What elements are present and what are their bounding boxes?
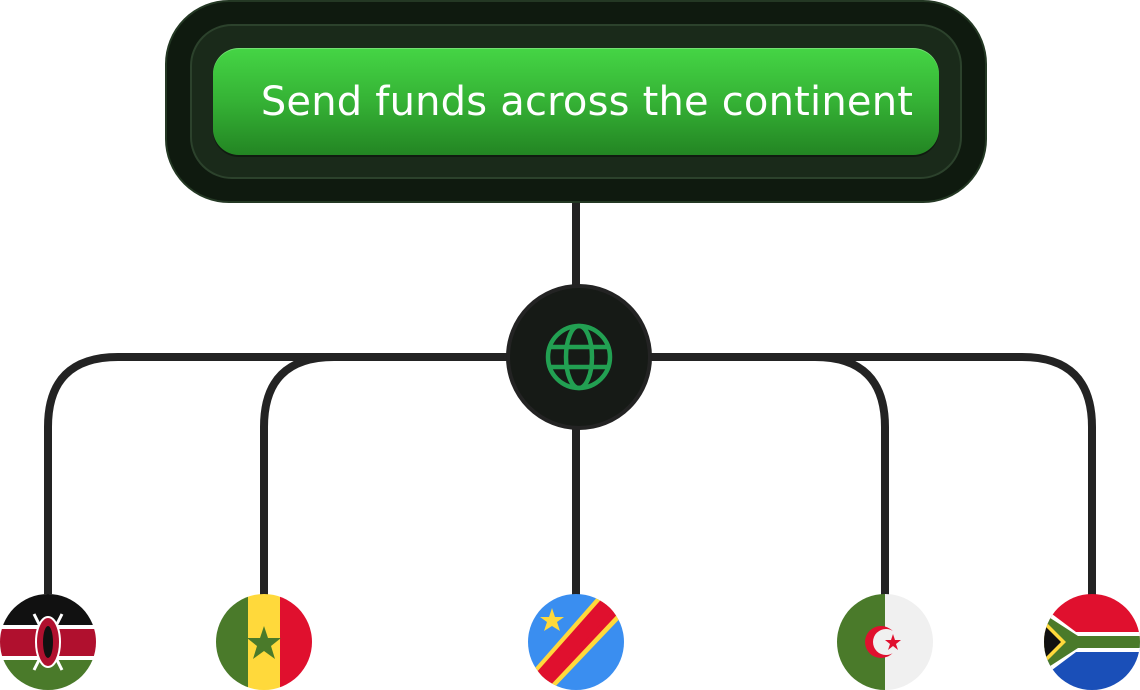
connector-right-inner xyxy=(646,353,889,614)
senegal-flag-icon xyxy=(216,594,312,690)
connector-right xyxy=(646,353,1096,600)
algeria-flag-icon xyxy=(837,594,933,690)
connector-left-inner xyxy=(260,353,504,608)
connector-left xyxy=(44,353,580,600)
send-funds-button[interactable]: Send funds across the continent xyxy=(213,48,939,155)
send-funds-label: Send funds across the continent xyxy=(260,78,914,125)
kenya-flag-icon xyxy=(0,594,96,690)
hub-node xyxy=(506,284,652,430)
dr-congo-flag-icon xyxy=(528,594,624,690)
south-africa-flag-icon xyxy=(1044,594,1140,690)
